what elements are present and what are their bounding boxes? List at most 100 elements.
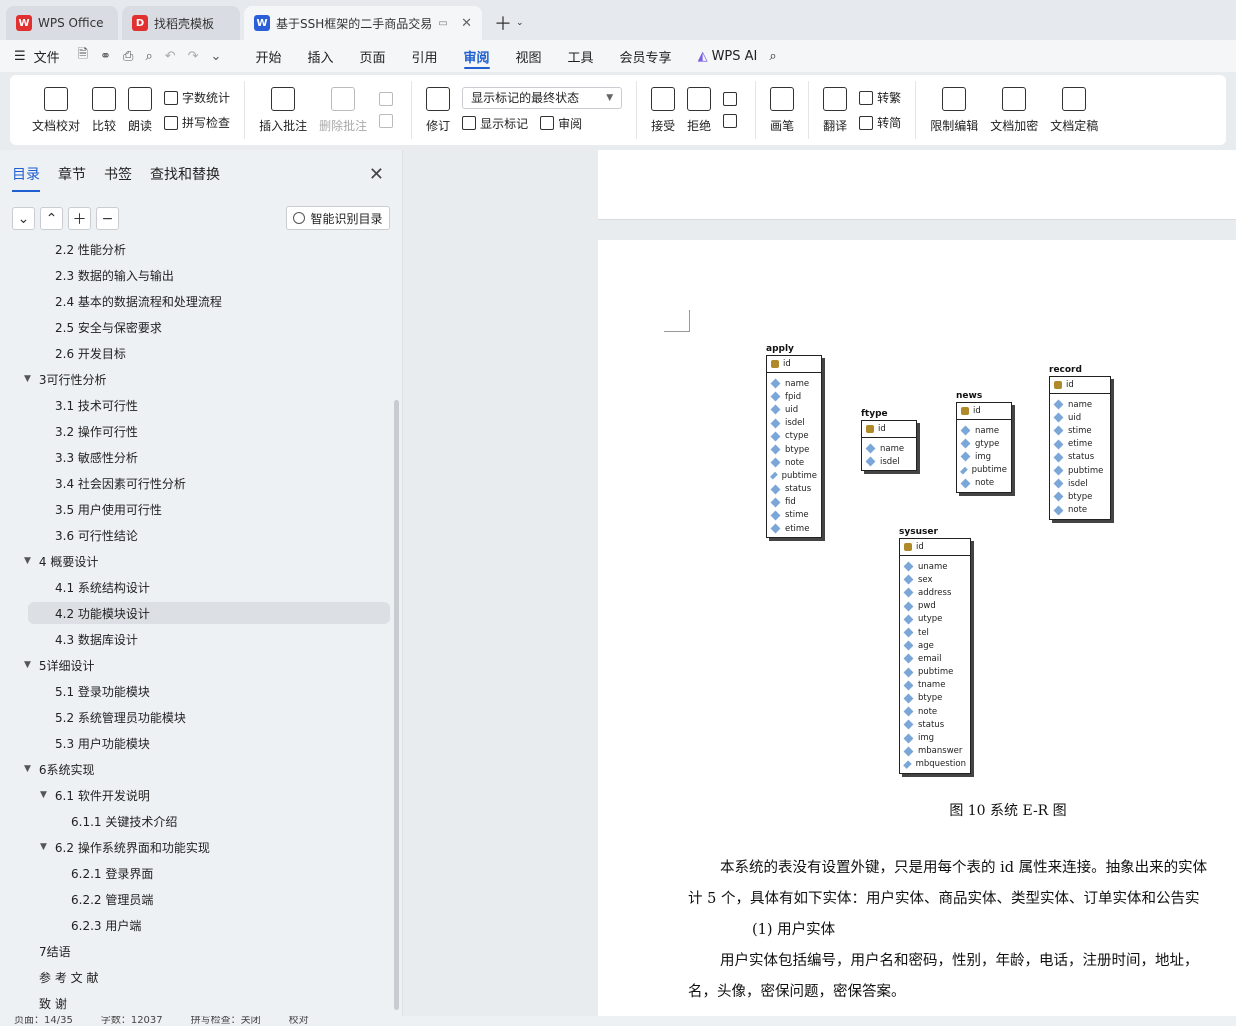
collapse-triangle-icon[interactable]: ▼ — [24, 374, 31, 384]
tab-chapters[interactable]: 章节 — [58, 164, 86, 192]
menu-review[interactable]: 审阅 — [463, 40, 490, 72]
toc-item[interactable]: ▼ 3可行性分析 — [24, 368, 107, 390]
toc-item[interactable]: 5.2 系统管理员功能模块 — [55, 706, 186, 728]
close-pane-icon[interactable]: ✕ — [369, 164, 384, 185]
menu-references[interactable]: 引用 — [411, 40, 437, 72]
toc-item[interactable]: ▼ 6系统实现 — [24, 758, 95, 780]
save-icon[interactable]: 🗎 — [78, 45, 88, 67]
toc-item[interactable]: 6.2.2 管理员端 — [71, 888, 153, 910]
tab-wps-office[interactable]: W WPS Office — [6, 6, 118, 40]
expand-down-button[interactable]: ⌄ — [12, 207, 35, 230]
read-aloud-button[interactable]: 朗读 — [128, 86, 152, 134]
word-count-indicator[interactable]: 字数：12037 — [101, 1016, 163, 1026]
prev-change-button[interactable] — [723, 92, 741, 106]
redo-icon[interactable]: ↷ — [188, 49, 199, 64]
finalize-button[interactable]: 文档定稿 — [1050, 86, 1098, 134]
tab-find-replace[interactable]: 查找和替换 — [150, 164, 220, 192]
toc-item[interactable]: 4.2 功能模块设计 — [28, 602, 390, 624]
proof-indicator[interactable]: 校对 — [289, 1016, 309, 1026]
toc-item[interactable]: 2.3 数据的输入与输出 — [55, 264, 174, 286]
translate-button[interactable]: 翻译 — [823, 86, 847, 134]
toc-item[interactable]: 6.2.3 用户端 — [71, 914, 141, 936]
search-icon[interactable]: ⌕ — [769, 40, 776, 72]
toc-item[interactable]: ▼ 5详细设计 — [24, 654, 95, 676]
show-marks-button[interactable]: 显示标记 — [462, 115, 528, 132]
toc-scrollbar[interactable] — [394, 400, 399, 1010]
doc-check-button[interactable]: 文档校对 — [32, 86, 80, 134]
to-simplified-button[interactable]: 转简 — [859, 114, 901, 131]
close-tab-icon[interactable]: ✕ — [455, 16, 472, 31]
monitor-icon[interactable]: ▭ — [438, 18, 447, 29]
tab-docer-templates[interactable]: D 找稻壳模板 — [122, 6, 240, 40]
prev-comment-button[interactable] — [379, 92, 397, 106]
tab-toc[interactable]: 目录 — [12, 164, 40, 192]
collapse-triangle-icon[interactable]: ▼ — [24, 556, 31, 566]
insert-comment-button[interactable]: 插入批注 — [259, 86, 307, 134]
menu-file[interactable]: ☰ 文件 — [14, 40, 60, 72]
menu-start[interactable]: 开始 — [255, 40, 281, 72]
remove-heading-button[interactable]: − — [96, 207, 119, 230]
collapse-triangle-icon[interactable]: ▼ — [40, 790, 47, 800]
accept-button[interactable]: 接受 — [651, 86, 675, 134]
toc-item[interactable]: 2.6 开发目标 — [55, 342, 126, 364]
more-chevron-icon[interactable]: ⌄ — [211, 49, 222, 64]
next-comment-button[interactable] — [379, 114, 397, 128]
print-preview-icon[interactable]: ⌕ — [145, 49, 152, 64]
review-pane-button[interactable]: 审阅 — [540, 115, 582, 132]
to-traditional-button[interactable]: 转繁 — [859, 89, 901, 106]
toc-item[interactable]: 6.2.1 登录界面 — [71, 862, 153, 884]
page-indicator[interactable]: 页面：14/35 — [14, 1016, 73, 1026]
toc-item[interactable]: 7结语 — [39, 940, 71, 962]
revise-button[interactable]: 修订 — [426, 86, 450, 134]
toc-item[interactable]: 5.3 用户功能模块 — [55, 732, 150, 754]
link-icon[interactable]: ⚭ — [100, 49, 111, 64]
chevron-down-icon[interactable]: ⌄ — [516, 18, 524, 28]
collapse-up-button[interactable]: ⌃ — [40, 207, 63, 230]
compare-button[interactable]: 比较 — [92, 86, 116, 134]
add-heading-button[interactable]: ＋ — [68, 207, 91, 230]
tab-current-document[interactable]: W 基于SSH框架的二手商品交易 ▭ ✕ — [244, 6, 482, 40]
toc-item[interactable]: 4.3 数据库设计 — [55, 628, 138, 650]
toc-item[interactable]: 3.6 可行性结论 — [55, 524, 138, 546]
collapse-triangle-icon[interactable]: ▼ — [24, 660, 31, 670]
toc-item[interactable]: ▼ 4 概要设计 — [24, 550, 98, 572]
tab-bookmarks[interactable]: 书签 — [104, 164, 132, 192]
menu-tools[interactable]: 工具 — [568, 40, 594, 72]
spell-check-button[interactable]: 拼写检查 — [164, 114, 230, 131]
encrypt-button[interactable]: 文档加密 — [990, 86, 1038, 134]
toc-item[interactable]: ▼ 6.1 软件开发说明 — [40, 784, 150, 806]
menu-wps-ai[interactable]: ◭ WPS AI — [698, 40, 758, 72]
new-tab-button[interactable]: ＋ ⌄ — [486, 6, 532, 40]
pen-button[interactable]: 画笔 — [770, 86, 794, 134]
markup-display-select[interactable]: 显示标记的最终状态 ▼ — [462, 86, 623, 109]
delete-comment-button[interactable]: 删除批注 — [319, 86, 367, 134]
print-icon[interactable]: ⎙ — [123, 49, 133, 64]
menu-member[interactable]: 会员专享 — [620, 40, 672, 72]
menu-page[interactable]: 页面 — [359, 40, 385, 72]
next-change-button[interactable] — [723, 114, 741, 128]
toc-item[interactable]: 3.4 社会因素可行性分析 — [55, 472, 186, 494]
menu-insert[interactable]: 插入 — [307, 40, 333, 72]
toc-item[interactable]: 3.1 技术可行性 — [55, 394, 138, 416]
toc-item[interactable]: 参 考 文 献 — [39, 966, 98, 988]
spell-check-indicator[interactable]: 拼写检查：关闭 — [191, 1016, 261, 1026]
toc-item[interactable]: 6.1.1 关键技术介绍 — [71, 810, 177, 832]
collapse-triangle-icon[interactable]: ▼ — [40, 842, 47, 852]
word-count-button[interactable]: 字数统计 — [164, 89, 230, 106]
toc-item[interactable]: 3.2 操作可行性 — [55, 420, 138, 442]
collapse-triangle-icon[interactable]: ▼ — [24, 764, 31, 774]
toc-item[interactable]: 2.4 基本的数据流程和处理流程 — [55, 290, 222, 312]
reject-button[interactable]: 拒绝 — [687, 86, 711, 134]
menu-view[interactable]: 视图 — [516, 40, 542, 72]
toc-item[interactable]: 5.1 登录功能模块 — [55, 680, 150, 702]
toc-item[interactable]: 2.5 安全与保密要求 — [55, 316, 162, 338]
toc-item[interactable]: 4.1 系统结构设计 — [55, 576, 150, 598]
toc-item[interactable]: 致 谢 — [39, 992, 67, 1014]
toc-item[interactable]: 2.2 性能分析 — [55, 238, 126, 260]
undo-icon[interactable]: ↶ — [165, 49, 176, 64]
toc-item[interactable]: 3.5 用户使用可行性 — [55, 498, 162, 520]
smart-toc-button[interactable]: 智能识别目录 — [286, 206, 390, 230]
toc-item[interactable]: ▼ 6.2 操作系统界面和功能实现 — [40, 836, 210, 858]
restrict-edit-button[interactable]: 限制编辑 — [930, 86, 978, 134]
toc-item[interactable]: 3.3 敏感性分析 — [55, 446, 138, 468]
